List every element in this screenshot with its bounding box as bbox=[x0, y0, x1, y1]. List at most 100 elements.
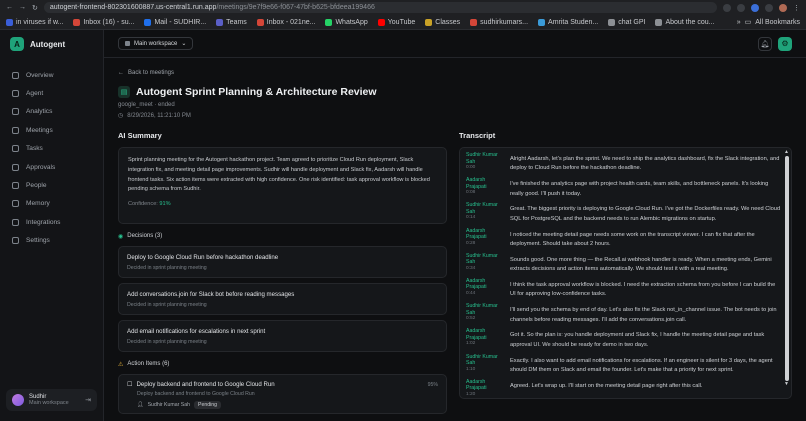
scrollbar-thumb[interactable] bbox=[784, 156, 789, 381]
scroll-down-icon[interactable]: ▼ bbox=[784, 382, 789, 387]
bookmark-label: Teams bbox=[226, 18, 247, 26]
extension-icon[interactable] bbox=[765, 3, 773, 12]
bookmark-label: Inbox - 021ne... bbox=[266, 18, 316, 26]
timestamp: 1:10 bbox=[466, 366, 476, 372]
bookmark-item[interactable]: WhatsApp bbox=[325, 18, 368, 26]
speaker-name: Aadarsh Prajapati bbox=[466, 277, 487, 291]
logout-icon[interactable]: ⇥ bbox=[85, 396, 91, 404]
sidebar-item-overview[interactable]: Overview bbox=[0, 66, 103, 84]
warning-icon: ⚠ bbox=[118, 361, 124, 368]
transcript-scrollbar[interactable]: ▲ ▼ bbox=[784, 150, 789, 396]
speaker: Aadarsh Prajapati 0:28 bbox=[466, 228, 504, 253]
bookmark-label: About the cou... bbox=[665, 18, 715, 26]
bookmark-item[interactable]: Teams bbox=[216, 18, 247, 26]
meeting-datetime: 8/29/2026, 11:21:10 PM bbox=[127, 112, 191, 119]
menu-dots-icon[interactable]: ⋮ bbox=[793, 4, 800, 12]
logo-icon: A bbox=[10, 37, 24, 51]
decisions-heading-row: ◉ Decisions (3) bbox=[118, 231, 447, 241]
transcript-panel[interactable]: Sudhir Kumar Sah 0:00 Alright Aadarsh, let… bbox=[459, 147, 792, 399]
speaker-name: Aadarsh Prajapati bbox=[466, 328, 487, 341]
speaker: Sudhir Kumar Sah 1:10 bbox=[466, 354, 504, 379]
address-bar[interactable]: autogent-frontend-802301600887.us-centra… bbox=[43, 2, 717, 13]
decision-card[interactable]: Add conversations.join for Slack bot bef… bbox=[118, 283, 447, 315]
decision-card[interactable]: Add email notifications for escalations … bbox=[118, 320, 447, 352]
bookmark-favicon-icon bbox=[6, 18, 13, 26]
workspace-switcher[interactable]: Main workspace ⌄ bbox=[118, 37, 194, 50]
transcript-text: Alright Aadarsh, let's plan the sprint. … bbox=[510, 156, 780, 172]
sidebar-item-integrations[interactable]: Integrations bbox=[0, 213, 103, 231]
user-icon: 👤︎ bbox=[137, 402, 144, 408]
chart-icon bbox=[12, 108, 19, 116]
bookmark-label: Amrita Studen... bbox=[548, 18, 599, 26]
bookmark-item[interactable]: YouTube bbox=[377, 18, 415, 26]
bookmark-label: Mail - SUDHIR... bbox=[154, 18, 207, 26]
speaker: Aadarsh Prajapati 1:02 bbox=[466, 328, 504, 353]
all-bookmarks-button[interactable]: » ▭ All Bookmarks bbox=[737, 18, 800, 27]
speaker: Sudhir Kumar Sah 0:34 bbox=[466, 253, 504, 278]
status-badge: Pending bbox=[193, 401, 222, 409]
sidebar-item-label: Meetings bbox=[26, 126, 53, 134]
database-icon bbox=[12, 200, 19, 208]
action-item-title: Deploy backend and frontend to Google Cl… bbox=[136, 381, 275, 388]
bookmark-item[interactable]: sudhirkumars... bbox=[470, 18, 528, 26]
check-circle-icon bbox=[12, 163, 19, 171]
sidebar-item-meetings[interactable]: Meetings bbox=[0, 121, 103, 139]
user-card[interactable]: Sudhir Main workspace ⇥ bbox=[6, 389, 97, 411]
speaker-name: Aadarsh Prajapati bbox=[466, 227, 487, 241]
sidebar-item-people[interactable]: People bbox=[0, 176, 103, 194]
bell-icon[interactable]: 🔔︎ bbox=[758, 36, 772, 51]
decision-card[interactable]: Deploy to Google Cloud Run before hackat… bbox=[118, 246, 447, 278]
profile-avatar-icon[interactable] bbox=[779, 3, 787, 12]
bookmark-favicon-icon bbox=[655, 18, 663, 26]
bookmark-item[interactable]: About the cou... bbox=[655, 18, 715, 26]
speaker-name: Sudhir Kumar Sah bbox=[466, 252, 498, 266]
all-bookmarks-label: All Bookmarks bbox=[755, 18, 800, 26]
checkbox-icon[interactable]: ☐ bbox=[127, 381, 132, 388]
bookmark-label: Inbox (16) - su... bbox=[83, 18, 135, 26]
bookmark-favicon-icon bbox=[325, 18, 333, 26]
sidebar-item-analytics[interactable]: Analytics bbox=[0, 103, 103, 121]
bookmark-item[interactable]: Classes bbox=[425, 18, 460, 26]
sidebar-item-agent[interactable]: Agent bbox=[0, 84, 103, 102]
transcript-text: I think the task approval workflow is bl… bbox=[510, 281, 776, 298]
back-link[interactable]: ← Back to meetings bbox=[118, 68, 792, 78]
bookmark-item[interactable]: Inbox - 021ne... bbox=[256, 18, 316, 26]
forward-arrow-icon[interactable]: → bbox=[19, 4, 26, 12]
bookmark-item[interactable]: Amrita Studen... bbox=[538, 18, 599, 26]
bookmark-label: chat GPI bbox=[618, 18, 646, 26]
timestamp: 0:34 bbox=[466, 265, 476, 271]
bookmark-item[interactable]: chat GPI bbox=[608, 18, 646, 26]
extension-icon[interactable] bbox=[751, 3, 759, 12]
browser-toolbar: ← → ↻ autogent-frontend-802301600887.us-… bbox=[0, 0, 806, 15]
speaker-name: Sudhir Kumar Sah bbox=[466, 202, 498, 215]
bookmark-item[interactable]: Inbox (16) - su... bbox=[73, 18, 135, 26]
chevron-down-icon: ⌄ bbox=[181, 41, 187, 47]
gear-icon bbox=[12, 237, 19, 245]
bookmark-item[interactable]: in viruses if w... bbox=[6, 18, 63, 26]
sidebar-item-memory[interactable]: Memory bbox=[0, 195, 103, 213]
bookmark-item[interactable]: Mail - SUDHIR... bbox=[144, 18, 207, 26]
meeting-detail: ← Back to meetings ▤ Autogent Sprint Pla… bbox=[104, 58, 806, 421]
back-arrow-icon[interactable]: ← bbox=[6, 4, 13, 12]
sidebar-item-settings[interactable]: Settings bbox=[0, 232, 103, 250]
star-icon[interactable] bbox=[737, 3, 745, 12]
brand[interactable]: A Autogent bbox=[0, 30, 103, 58]
transcript-line: Aadarsh Prajapati 0:08 I've finished the a… bbox=[466, 177, 781, 202]
decisions-heading: Decisions (3) bbox=[127, 233, 163, 239]
timestamp: 1:02 bbox=[466, 341, 476, 347]
decision-title: Deploy to Google Cloud Run before hackat… bbox=[127, 254, 279, 261]
action-item-confidence: 95% bbox=[427, 382, 438, 388]
settings-gear-icon[interactable]: ⚙ bbox=[778, 36, 792, 51]
user-meta: Sudhir Main workspace bbox=[29, 394, 69, 406]
reload-icon[interactable]: ↻ bbox=[32, 4, 38, 12]
sidebar-item-approvals[interactable]: Approvals bbox=[0, 158, 103, 176]
transcript-text: I'll send you the schema by end of day. … bbox=[510, 307, 777, 323]
url-host: autogent-frontend-802301600887.us-centra… bbox=[49, 4, 217, 11]
summary-heading: AI Summary bbox=[118, 131, 162, 140]
user-workspace: Main workspace bbox=[29, 400, 69, 406]
transcript-text: Sounds good. One more thing — the Recall… bbox=[510, 256, 772, 273]
extension-icon[interactable] bbox=[723, 3, 731, 12]
action-item-card[interactable]: ☐ Deploy backend and frontend to Google … bbox=[118, 374, 447, 414]
scroll-up-icon[interactable]: ▲ bbox=[784, 150, 789, 155]
sidebar-item-tasks[interactable]: Tasks bbox=[0, 140, 103, 158]
